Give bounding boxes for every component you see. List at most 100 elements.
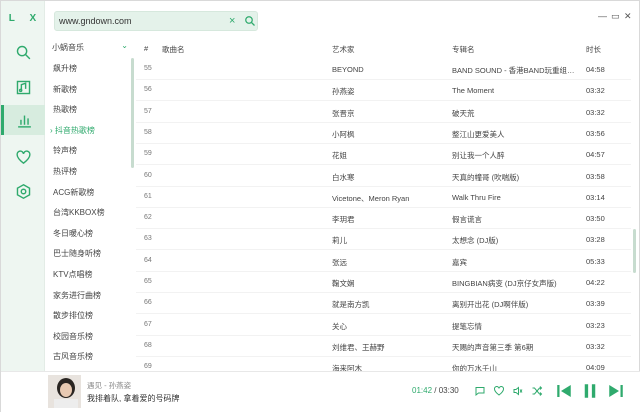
sidebar-board-item[interactable]: 冬日暖心榜 bbox=[53, 228, 93, 239]
table-row[interactable]: 60天真的幢哥SQ白水寒天真的幢哥 (吹喘版)03:58 bbox=[136, 166, 631, 187]
sidebar-board-item[interactable]: 台湾KKBOX榜 bbox=[53, 207, 105, 218]
source-select[interactable]: 小蜗音乐 ⌄ bbox=[52, 41, 132, 53]
col-header-artist[interactable]: 艺术家 bbox=[332, 44, 355, 55]
table-row[interactable]: 63太想念 (DJR7版)SQ莉儿太想念 (DJ版)03:28 bbox=[136, 229, 631, 251]
close-button[interactable]: ✕ bbox=[624, 11, 632, 22]
previous-track-icon[interactable] bbox=[555, 382, 573, 400]
next-track-icon[interactable] bbox=[607, 382, 625, 400]
sidebar-board-item[interactable]: 散步排位榜 bbox=[53, 310, 93, 321]
minimize-button[interactable]: — bbox=[598, 11, 607, 21]
sidebar-board-item[interactable]: 古风音乐榜 bbox=[53, 351, 93, 362]
sidebar-board-item[interactable]: 家务进行曲榜 bbox=[53, 290, 101, 301]
col-header-num: # bbox=[144, 44, 149, 53]
list-scrollbar[interactable] bbox=[633, 229, 636, 273]
song-album: 太想念 (DJ版) bbox=[452, 236, 499, 246]
song-album: 你的万水千山 bbox=[452, 364, 497, 371]
song-duration: 03:32 bbox=[586, 341, 605, 351]
col-header-title[interactable]: 歌曲名 bbox=[162, 44, 185, 55]
song-album: 整江山更爱美人 bbox=[452, 129, 505, 139]
sidebar-board-item[interactable]: 校园音乐榜 bbox=[53, 331, 93, 342]
song-artist: 鞠文娴 bbox=[332, 279, 355, 288]
col-header-duration[interactable]: 时长 bbox=[586, 44, 601, 55]
table-row[interactable]: 58整江山更爱美人SQ小阿枫整江山更爱美人03:56 bbox=[136, 123, 631, 144]
total-time: 03:30 bbox=[438, 386, 459, 395]
table-row[interactable]: 64嘉宾24bit张远嘉宾05:33 bbox=[136, 251, 631, 272]
app-logo: L X bbox=[8, 13, 43, 24]
nav-settings-button[interactable] bbox=[7, 176, 39, 206]
table-row[interactable]: 68晚风心里吹 (Live)SQ刘维君、王赫野天赐的声音第三季 第6期03:32 bbox=[136, 336, 631, 357]
table-row[interactable]: 62而烟SQ李玥君假言谎言03:50 bbox=[136, 208, 631, 230]
sidebar-board-label: 铃声榜 bbox=[53, 146, 77, 156]
row-number: 62 bbox=[144, 214, 152, 222]
album-cover[interactable] bbox=[48, 375, 81, 408]
song-album: 天赐的声音第三季 第6期 bbox=[452, 342, 534, 352]
table-row[interactable]: 59别让我一个人醉SQ花姐别让我一个人醉04:57 bbox=[136, 144, 631, 166]
row-number: 63 bbox=[144, 235, 152, 243]
songlist-icon bbox=[16, 80, 30, 94]
sidebar-scrollbar[interactable] bbox=[131, 58, 134, 168]
song-album: BINGBIAN病变 (DJ京仔女声版) bbox=[452, 279, 557, 288]
table-row[interactable]: 65BINGBIAN病变SQ鞠文娴BINGBIAN病变 (DJ京仔女声版)04:… bbox=[136, 272, 631, 293]
song-duration: 03:58 bbox=[586, 171, 605, 181]
sidebar-board-item[interactable]: 巴士随身听榜 bbox=[53, 248, 101, 259]
sidebar-board-item[interactable]: KTV点唱榜 bbox=[53, 269, 93, 280]
sidebar-board-item[interactable]: 热歌榜 bbox=[53, 104, 77, 115]
sidebar-board-item[interactable]: 飙升榜 bbox=[53, 63, 77, 74]
song-album: 别让我一个人醉 bbox=[452, 151, 505, 161]
volume-icon[interactable] bbox=[512, 385, 524, 397]
sidebar-board-label: 古风音乐榜 bbox=[53, 352, 93, 362]
song-artist: 李玥君 bbox=[332, 215, 355, 225]
row-number: 57 bbox=[144, 107, 152, 115]
search-submit-icon[interactable] bbox=[244, 15, 256, 27]
song-duration: 03:32 bbox=[586, 86, 605, 96]
comment-icon[interactable] bbox=[474, 385, 486, 397]
clear-icon[interactable]: × bbox=[229, 13, 235, 29]
song-duration: 05:33 bbox=[586, 256, 605, 266]
sidebar-board-label: 新歌榜 bbox=[53, 84, 77, 94]
table-row[interactable]: 57偶爱SQ张晋京破天荒03:32 bbox=[136, 102, 631, 123]
table-row[interactable]: 67提笔忘情24bit关心提笔忘情03:23 bbox=[136, 315, 631, 336]
col-header-album[interactable]: 专辑名 bbox=[452, 44, 475, 55]
sidebar-board-label: 抖音热歌榜 bbox=[54, 125, 95, 135]
song-artist: 孙燕姿 bbox=[332, 87, 355, 97]
song-artist: BEYOND bbox=[332, 65, 364, 74]
heart-icon bbox=[15, 149, 31, 164]
board-sidebar: 小蜗音乐 ⌄ 飙升榜新歌榜热歌榜 › 抖音热歌榜 铃声榜热评榜 ACG新歌榜台湾KKB… bbox=[46, 37, 134, 371]
row-number: 56 bbox=[144, 86, 152, 94]
heart-outline-icon[interactable] bbox=[493, 385, 505, 397]
sidebar-board-item[interactable]: 铃声榜 bbox=[53, 145, 77, 156]
song-artist: 小阿枫 bbox=[332, 129, 355, 139]
maximize-button[interactable]: ▭ bbox=[611, 11, 620, 22]
row-number: 58 bbox=[144, 128, 152, 136]
sidebar-board-item[interactable]: 热评榜 bbox=[53, 166, 77, 177]
table-row[interactable]: 66离别开出花 (DJ啊伴版)HQ就是南方凯离别开出花 (DJ啊伴版)03:39 bbox=[136, 293, 631, 315]
row-number: 64 bbox=[144, 256, 152, 264]
song-duration: 03:14 bbox=[586, 192, 605, 202]
sidebar-board-label: 热歌榜 bbox=[53, 105, 77, 115]
search-input[interactable] bbox=[59, 14, 219, 28]
table-row[interactable]: 56遇见SQ孙燕姿The Moment03:32 bbox=[136, 80, 631, 102]
nav-leaderboard-button[interactable] bbox=[1, 105, 45, 135]
song-album: 破天荒 bbox=[452, 108, 475, 118]
sidebar-board-item[interactable]: 新歌榜 bbox=[53, 84, 77, 95]
row-number: 68 bbox=[144, 341, 152, 349]
nav-favorites-button[interactable] bbox=[7, 142, 39, 172]
sidebar-board-item[interactable]: › 抖音热歌榜 bbox=[50, 125, 95, 136]
nav-songlist-button[interactable] bbox=[7, 72, 39, 102]
sidebar-board-label: 散步排位榜 bbox=[53, 311, 93, 321]
table-row[interactable]: 69你的万水千山SQ海来阿木你的万水千山04:09 bbox=[136, 357, 631, 371]
song-album: BAND SOUND - 香港BAND玩重组回... bbox=[452, 66, 580, 75]
table-row[interactable]: 61Walk Thru FireSQVicetone、Meron RyanWal… bbox=[136, 187, 631, 208]
song-duration: 04:09 bbox=[586, 363, 605, 371]
table-row[interactable]: 55光辉岁月SQBEYONDBAND SOUND - 香港BAND玩重组回...… bbox=[136, 59, 631, 80]
sidebar-board-label: 台湾KKBOX榜 bbox=[53, 208, 105, 218]
song-album: 天真的幢哥 (吹喘版) bbox=[452, 172, 520, 182]
row-number: 65 bbox=[144, 278, 152, 285]
pause-icon[interactable] bbox=[581, 382, 599, 400]
cover-portrait-image bbox=[48, 375, 81, 408]
song-artist: Vicetone、Meron Ryan bbox=[332, 193, 410, 203]
playback-time: 01:42 / 03:30 bbox=[412, 386, 459, 395]
nav-search-button[interactable] bbox=[7, 37, 39, 67]
sidebar-board-item[interactable]: ACG新歌榜 bbox=[53, 187, 94, 198]
shuffle-icon[interactable] bbox=[531, 385, 543, 397]
